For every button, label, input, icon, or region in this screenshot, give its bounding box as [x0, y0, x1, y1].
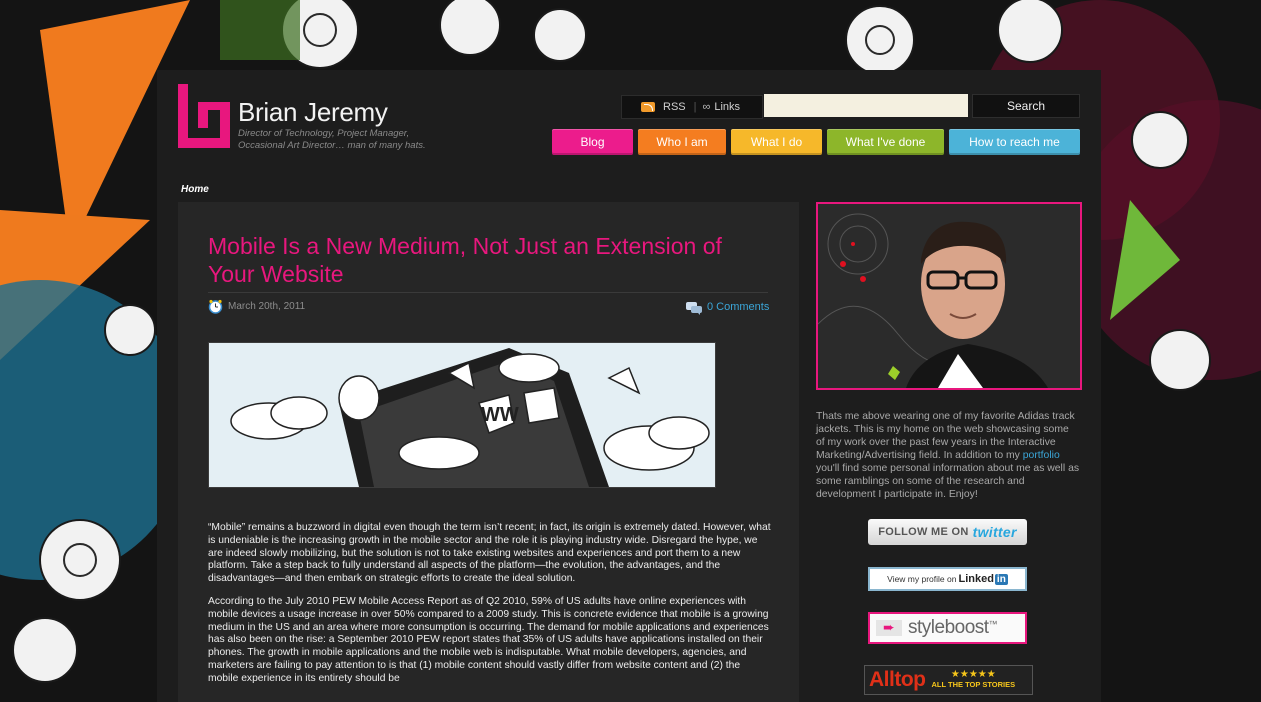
star-rating-icon: ★★★★★: [950, 669, 996, 680]
divider: |: [693, 101, 697, 113]
post-illustration[interactable]: WW: [208, 342, 716, 488]
clock-icon: [208, 299, 223, 314]
links-link[interactable]: Links: [714, 101, 740, 113]
nav-item-how-to-reach-me[interactable]: How to reach me: [949, 129, 1080, 155]
logo-icon[interactable]: [178, 84, 232, 148]
linkedin-logo-icon: Linked: [958, 573, 994, 585]
post-body: “Mobile” remains a buzzword in digital e…: [208, 522, 772, 696]
divider: [208, 292, 768, 293]
post-paragraph: According to the July 2010 PEW Mobile Ac…: [208, 595, 769, 684]
nav-item-what-ive-done[interactable]: What I've done: [827, 129, 944, 155]
portfolio-link[interactable]: portfolio: [1023, 450, 1060, 461]
comments-link[interactable]: 0 Comments: [707, 301, 769, 313]
twitter-prefix: FOLLOW ME ON: [878, 526, 969, 538]
post-article: Mobile Is a New Medium, Not Just an Exte…: [178, 202, 799, 702]
page-container: Brian Jeremy Director of Technology, Pro…: [157, 70, 1101, 702]
site-tagline: Director of Technology, Project Manager,…: [238, 128, 426, 151]
styleboost-logo: styleboost: [908, 617, 989, 638]
alltop-tagline: ALL THE TOP STORIES: [931, 680, 1016, 689]
trademark-mark: ™: [988, 619, 998, 629]
arrow-icon: [876, 619, 902, 636]
breadcrumb[interactable]: Home: [181, 184, 209, 195]
linkedin-prefix: View my profile on: [887, 574, 957, 584]
post-title[interactable]: Mobile Is a New Medium, Not Just an Exte…: [208, 232, 768, 288]
linkedin-in-icon: in: [994, 573, 1008, 585]
nav-item-who-i-am[interactable]: Who I am: [638, 129, 726, 155]
nav-item-blog[interactable]: Blog: [552, 129, 633, 155]
twitter-logo-icon: twitter: [972, 524, 1017, 540]
linkedin-profile-button[interactable]: View my profile on Linked in: [868, 567, 1027, 591]
sidebar-about: Thats me above wearing one of my favorit…: [816, 410, 1080, 501]
post-paragraph: “Mobile” remains a buzzword in digital e…: [208, 522, 771, 585]
rss-icon: [641, 102, 655, 112]
alltop-tagline-group: ★★★★★ ALL THE TOP STORIES: [931, 670, 1015, 690]
search-button[interactable]: Search: [972, 94, 1080, 118]
rss-link[interactable]: RSS: [663, 101, 686, 113]
svg-text:WW: WW: [481, 404, 519, 426]
alltop-button[interactable]: Alltop ★★★★★ ALL THE TOP STORIES: [864, 665, 1033, 695]
post-date: March 20th, 2011: [228, 301, 306, 312]
nav-item-what-i-do[interactable]: What I do: [731, 129, 822, 155]
about-text: you'll find some personal information ab…: [816, 463, 1080, 500]
profile-photo: [816, 202, 1082, 390]
styleboost-button[interactable]: styleboost™: [868, 612, 1027, 644]
chain-link-icon: ∞: [702, 101, 711, 113]
twitter-follow-button[interactable]: FOLLOW ME ON twitter: [868, 519, 1027, 545]
search-input[interactable]: [764, 94, 968, 117]
site-title[interactable]: Brian Jeremy: [238, 97, 388, 128]
feed-links: RSS | ∞ Links: [621, 95, 763, 119]
alltop-logo: Alltop: [869, 668, 926, 691]
comments-icon: [686, 302, 702, 315]
